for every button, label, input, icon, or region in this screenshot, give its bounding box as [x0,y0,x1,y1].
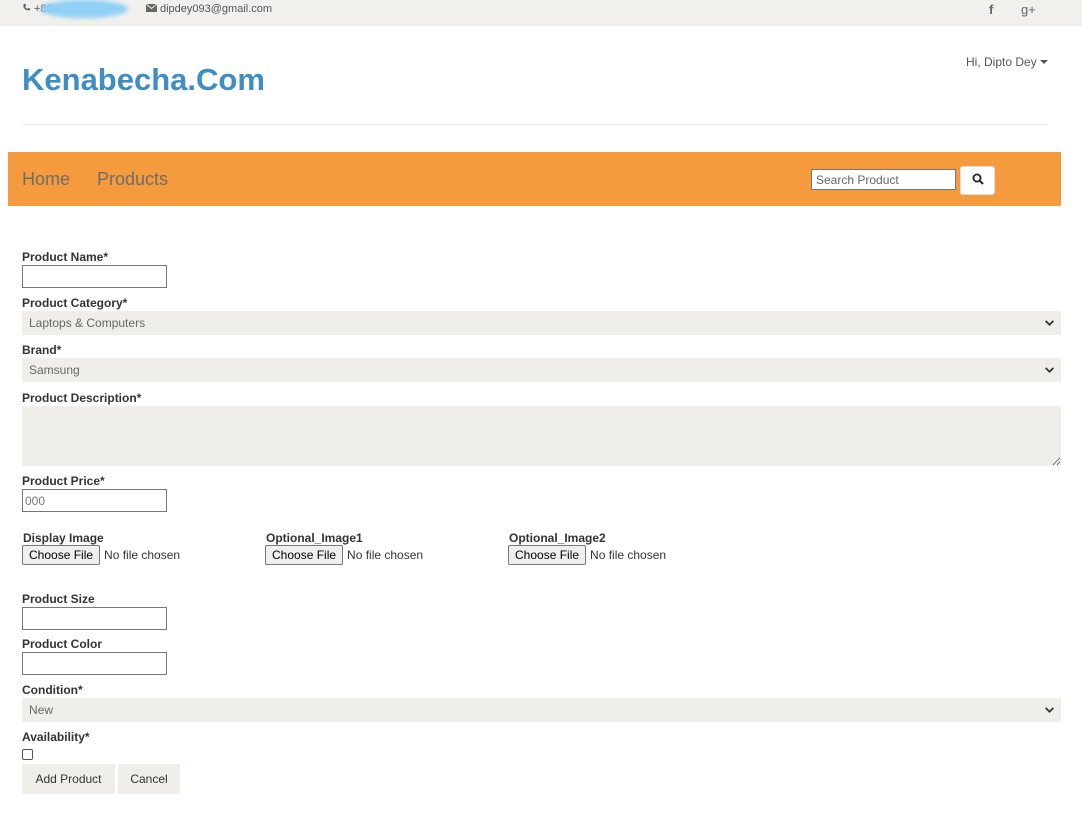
optional-image2-file-input: Choose File No file chosen [508,545,666,565]
brand-select[interactable]: Samsung [22,358,1061,382]
brand-label: Brand* [22,343,62,357]
search-input[interactable] [811,169,956,190]
user-menu[interactable]: Hi, Dipto Dey [966,55,1048,69]
site-logo[interactable]: Kenabecha.Com [22,62,265,98]
nav-home[interactable]: Home [22,169,70,190]
email-address: dipdey093@gmail.com [160,3,273,15]
nav-products[interactable]: Products [97,169,168,190]
main-navbar: Home Products [8,152,1061,206]
chevron-down-icon [1044,364,1055,378]
file-status: No file chosen [104,548,181,562]
availability-label: Availability* [22,730,90,744]
caret-down-icon [1039,60,1048,64]
chevron-down-icon [1044,317,1055,331]
envelope-icon [145,3,158,15]
email-contact: dipdey093@gmail.com [145,3,273,15]
product-description-label: Product Description* [22,391,142,405]
optional-image1-label: Optional_Image1 [266,531,363,545]
choose-file-button[interactable]: Choose File [265,545,344,565]
product-category-select[interactable]: Laptops & Computers [22,311,1061,335]
condition-label: Condition* [22,683,83,697]
redaction-blur [40,0,128,18]
choose-file-button[interactable]: Choose File [22,545,101,565]
choose-file-button[interactable]: Choose File [508,545,587,565]
search-button[interactable] [960,166,995,195]
top-bar: +88 dipdey093@gmail.com f g+ [0,0,1082,26]
brand-value: Samsung [29,363,80,377]
product-price-input[interactable] [22,489,167,512]
file-status: No file chosen [347,548,424,562]
product-size-input[interactable] [22,607,167,630]
search-icon [972,172,984,190]
condition-value: New [29,703,54,717]
product-name-input[interactable] [22,265,167,288]
user-greeting: Hi, Dipto Dey [966,55,1037,69]
availability-checkbox[interactable] [22,749,33,760]
product-size-label: Product Size [22,592,95,606]
google-plus-icon[interactable]: g+ [1021,2,1036,17]
header-divider [22,124,1048,125]
product-price-label: Product Price* [22,474,105,488]
display-image-file-input: Choose File No file chosen [22,545,180,565]
phone-icon [22,3,31,15]
chevron-down-icon [1044,704,1055,718]
optional-image1-file-input: Choose File No file chosen [265,545,423,565]
optional-image2-label: Optional_Image2 [509,531,606,545]
add-product-button[interactable]: Add Product [22,764,115,794]
display-image-label: Display Image [23,531,104,545]
product-category-label: Product Category* [22,296,128,310]
condition-select[interactable]: New [22,698,1061,722]
facebook-icon[interactable]: f [989,2,993,17]
file-status: No file chosen [590,548,667,562]
product-description-textarea[interactable] [22,406,1061,466]
product-name-label: Product Name* [22,250,109,264]
product-color-label: Product Color [22,637,102,651]
cancel-button[interactable]: Cancel [118,764,180,794]
product-color-input[interactable] [22,652,167,675]
product-category-value: Laptops & Computers [29,316,146,330]
